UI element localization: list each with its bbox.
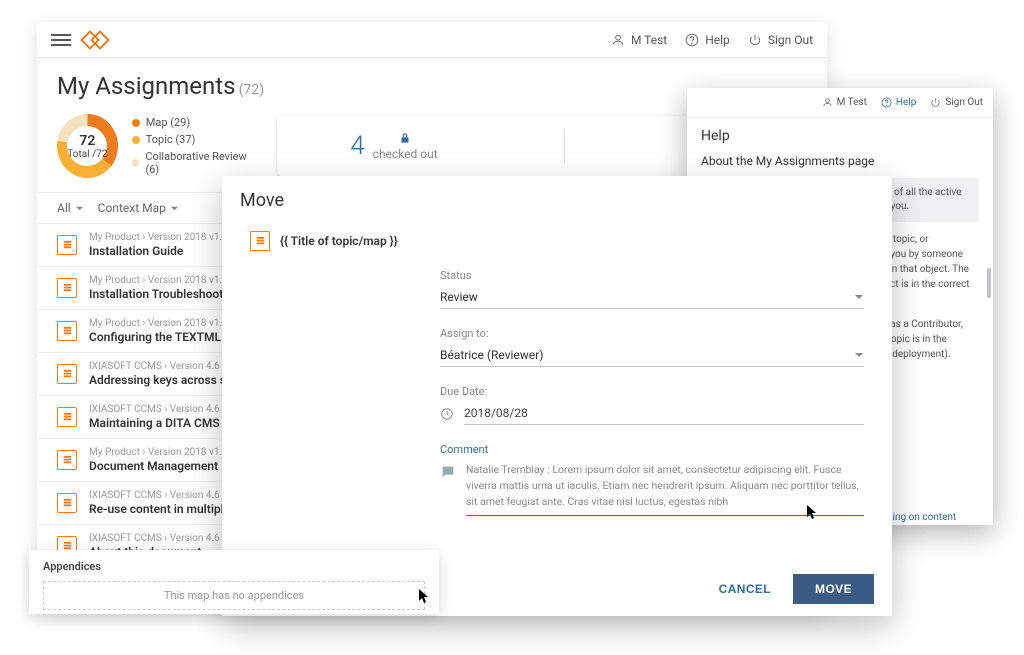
help-subtitle: About the My Assignments page bbox=[701, 154, 979, 168]
topic-label-row: {{ Title of topic/map }} bbox=[250, 231, 864, 251]
field-label: Status bbox=[440, 269, 864, 282]
cursor-icon bbox=[418, 588, 430, 604]
comment-text[interactable]: Natalie Tremblay : Lorem ipsum dolor sit… bbox=[466, 462, 864, 516]
signout-label: Sign Out bbox=[768, 33, 813, 47]
move-button[interactable]: MOVE bbox=[793, 574, 874, 604]
help-icon bbox=[881, 97, 892, 108]
lock-icon bbox=[398, 131, 412, 145]
divider bbox=[564, 129, 565, 163]
legend: Map (29) Topic (37) Collaborative Review… bbox=[132, 116, 257, 176]
logo bbox=[83, 33, 107, 47]
stat-num: 4 bbox=[350, 131, 364, 161]
doc-icon bbox=[57, 364, 77, 384]
stat-checked-out: 4 checked out bbox=[350, 131, 437, 161]
topic-title: {{ Title of topic/map }} bbox=[280, 234, 398, 248]
comment-field: Comment Natalie Tremblay : Lorem ipsum d… bbox=[440, 443, 864, 532]
user-menu[interactable]: M Test bbox=[822, 97, 867, 108]
dialog-actions: CANCEL MOVE bbox=[705, 574, 874, 604]
power-icon bbox=[930, 97, 941, 108]
field-label: Assign to: bbox=[440, 327, 864, 340]
dialog-title: Move bbox=[222, 176, 892, 225]
doc-icon bbox=[57, 321, 77, 341]
legend-item: Topic (37) bbox=[132, 133, 257, 146]
help-link-active[interactable]: Help bbox=[881, 97, 916, 108]
chevron-down-icon bbox=[854, 292, 864, 302]
due-date-field[interactable]: Due Date: 2018/08/28 bbox=[440, 385, 864, 425]
chevron-down-icon bbox=[75, 204, 84, 213]
assign-field[interactable]: Assign to: Béatrice (Reviewer) bbox=[440, 327, 864, 367]
doc-icon bbox=[57, 278, 77, 298]
help-icon bbox=[685, 33, 699, 47]
help-label: Help bbox=[705, 33, 730, 47]
item-title: Document Management bbox=[89, 459, 228, 473]
cancel-button[interactable]: CANCEL bbox=[705, 574, 785, 604]
appendices-panel: Appendices This map has no appendices bbox=[29, 550, 439, 614]
doc-icon bbox=[57, 493, 77, 513]
item-title: Installation Troubleshooting bbox=[89, 287, 240, 301]
filter-all[interactable]: All bbox=[57, 201, 84, 215]
donut-block: 72 Total /72 Map (29) Topic (37) Collabo… bbox=[57, 114, 257, 178]
appendices-empty-text: This map has no appendices bbox=[164, 589, 304, 602]
status-value: Review bbox=[440, 290, 478, 304]
scrollbar-thumb[interactable] bbox=[987, 268, 991, 298]
comment-icon bbox=[440, 464, 456, 480]
status-field[interactable]: Status Review bbox=[440, 269, 864, 309]
breadcrumb: My Product › Version 2018 v1.1 › O bbox=[89, 232, 243, 243]
donut-chart: 72 Total /72 bbox=[57, 114, 118, 178]
user-name: M Test bbox=[631, 33, 667, 47]
chevron-down-icon bbox=[854, 350, 864, 360]
due-date-value[interactable]: 2018/08/28 bbox=[464, 402, 864, 425]
legend-item: Collaborative Review (6) bbox=[132, 150, 257, 176]
doc-icon bbox=[57, 450, 77, 470]
assign-value: Béatrice (Reviewer) bbox=[440, 348, 543, 362]
clock-icon bbox=[440, 407, 454, 421]
donut-total: 72 bbox=[67, 133, 107, 149]
page-title: My Assignments bbox=[57, 72, 236, 100]
appendices-dropzone[interactable]: This map has no appendices bbox=[43, 581, 425, 610]
field-label: Due Date: bbox=[440, 385, 864, 398]
breadcrumb: My Product › Version 2018 v1.1 bbox=[89, 447, 228, 458]
appbar: M Test Help Sign Out bbox=[37, 22, 827, 58]
field-label: Comment bbox=[440, 443, 864, 456]
user-menu[interactable]: M Test bbox=[611, 33, 667, 47]
page-count: (72) bbox=[239, 82, 264, 98]
doc-icon bbox=[57, 235, 77, 255]
user-icon bbox=[611, 33, 625, 47]
menu-icon[interactable] bbox=[51, 34, 71, 46]
cursor-icon bbox=[806, 504, 818, 520]
help-link[interactable]: Help bbox=[685, 33, 730, 47]
user-icon bbox=[822, 97, 833, 108]
signout-link[interactable]: Sign Out bbox=[930, 97, 983, 108]
doc-icon bbox=[57, 407, 77, 427]
appendices-title: Appendices bbox=[43, 560, 425, 573]
power-icon bbox=[748, 33, 762, 47]
help-appbar: M Test Help Sign Out bbox=[687, 88, 993, 118]
item-title: Installation Guide bbox=[89, 244, 243, 258]
help-title: Help bbox=[701, 128, 979, 144]
breadcrumb: My Product › Version 2018 v1.1 bbox=[89, 275, 240, 286]
signout-link[interactable]: Sign Out bbox=[748, 33, 813, 47]
doc-icon bbox=[250, 231, 270, 251]
filter-context-map[interactable]: Context Map bbox=[98, 201, 179, 215]
legend-item: Map (29) bbox=[132, 116, 257, 129]
donut-sub: Total /72 bbox=[67, 149, 107, 160]
chevron-down-icon bbox=[170, 204, 179, 213]
